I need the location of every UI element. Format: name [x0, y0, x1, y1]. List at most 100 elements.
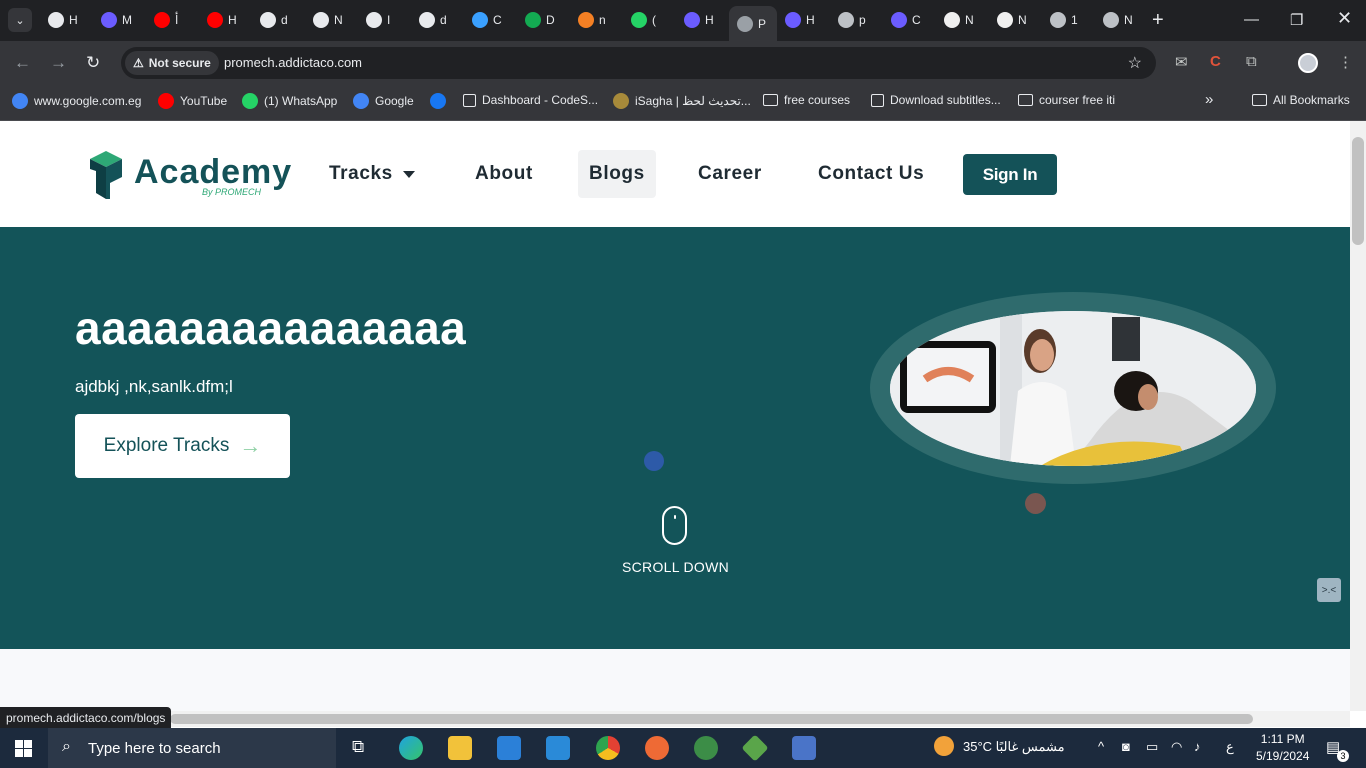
- chrome-icon[interactable]: [596, 736, 620, 760]
- globe-app-icon[interactable]: [694, 736, 718, 760]
- battery-icon[interactable]: ▭: [1146, 739, 1158, 755]
- bookmark-item[interactable]: Dashboard - CodeS...: [463, 93, 598, 107]
- bookmark-item[interactable]: courser free iti: [1018, 93, 1115, 107]
- volume-icon[interactable]: ♪: [1194, 739, 1201, 754]
- vscode-icon[interactable]: [546, 736, 570, 760]
- stackoverflow-icon: [578, 12, 594, 28]
- page-icon: [871, 93, 884, 107]
- browser-tab[interactable]: (: [623, 6, 676, 34]
- back-icon[interactable]: ←: [14, 53, 31, 73]
- bookmark-item[interactable]: www.google.com.eg: [12, 93, 141, 109]
- bookmark-item[interactable]: YouTube: [158, 93, 227, 109]
- weather-text[interactable]: 35°C مشمس غالبًا: [963, 739, 1065, 755]
- nav-blogs[interactable]: Blogs: [578, 150, 656, 198]
- browser-tab[interactable]: H: [676, 6, 729, 34]
- browser-tab[interactable]: H: [40, 6, 93, 34]
- tray-chevron-icon[interactable]: ^: [1098, 739, 1104, 754]
- folder-icon: [1018, 94, 1033, 106]
- browser-tab-label: d: [440, 13, 447, 27]
- task-view-icon[interactable]: ⧉: [352, 737, 364, 757]
- browser-tab[interactable]: N: [989, 6, 1042, 34]
- horizontal-scroll-thumb[interactable]: [170, 714, 1253, 724]
- minimize-icon[interactable]: —: [1244, 11, 1259, 28]
- extension-mail-icon[interactable]: ✉: [1175, 53, 1188, 71]
- notification-count-badge: 3: [1337, 750, 1349, 762]
- close-window-icon[interactable]: ✕: [1337, 8, 1352, 29]
- browser-tab[interactable]: p: [830, 6, 883, 34]
- browser-tab[interactable]: D: [517, 6, 570, 34]
- browser-tab[interactable]: 1: [1042, 6, 1095, 34]
- weather-icon[interactable]: [934, 736, 954, 756]
- edge-icon[interactable]: [399, 736, 423, 760]
- app-icon: [891, 12, 907, 28]
- extension-c-icon[interactable]: C: [1210, 53, 1221, 70]
- bookmark-star-icon[interactable]: ☆: [1128, 53, 1142, 73]
- wifi-icon[interactable]: ◠: [1171, 739, 1182, 755]
- academy-logo[interactable]: Academy By PROMECH: [88, 149, 291, 201]
- nav-tracks[interactable]: Tracks: [318, 150, 426, 198]
- browser-tab[interactable]: d: [411, 6, 464, 34]
- menu-kebab-icon[interactable]: ⋮: [1338, 53, 1353, 71]
- bookmark-item[interactable]: Google: [353, 93, 414, 109]
- all-bookmarks-label: All Bookmarks: [1273, 93, 1350, 107]
- warning-icon: ⚠: [133, 56, 144, 70]
- sign-in-button[interactable]: Sign In: [963, 154, 1057, 195]
- site-header: Academy By PROMECH Tracks About Blogs Ca…: [0, 121, 1350, 227]
- browser-tab[interactable]: N: [936, 6, 989, 34]
- git-app-icon[interactable]: [741, 734, 769, 762]
- windows-start-icon[interactable]: [15, 740, 32, 757]
- input-language[interactable]: ع: [1226, 739, 1234, 755]
- bookmark-item[interactable]: [430, 93, 446, 109]
- whatsapp-icon: [242, 93, 258, 109]
- browser-tab[interactable]: N: [1095, 6, 1148, 34]
- profile-avatar[interactable]: [1298, 53, 1318, 73]
- browser-tab[interactable]: I: [358, 6, 411, 34]
- bookmark-item[interactable]: (1) WhatsApp: [242, 93, 337, 109]
- scroll-down-label[interactable]: SCROLL DOWN: [622, 559, 729, 575]
- nav-contact-label: Contact Us: [818, 163, 925, 184]
- nav-contact[interactable]: Contact Us: [807, 150, 935, 198]
- more-bookmarks-icon[interactable]: »: [1205, 91, 1213, 108]
- taskbar-clock[interactable]: 1:11 PM 5/19/2024: [1256, 731, 1309, 765]
- reload-icon[interactable]: ↻: [86, 53, 100, 73]
- browser-tab[interactable]: P✕: [729, 6, 777, 41]
- nav-about[interactable]: About: [464, 150, 544, 198]
- tab-strip: ⌄ HMأHdNIdCDn(HP✕HpCNN1N + — ❐ ✕: [0, 0, 1366, 41]
- taskbar-search-placeholder: Type here to search: [88, 739, 221, 757]
- browser-tab[interactable]: N: [305, 6, 358, 34]
- caret-down-icon: [402, 170, 415, 178]
- all-bookmarks[interactable]: All Bookmarks: [1252, 93, 1350, 107]
- security-indicator[interactable]: ⚠ Not secure: [125, 51, 219, 75]
- widget-toggle-icon[interactable]: >.<: [1317, 578, 1341, 602]
- bookmark-label: Dashboard - CodeS...: [482, 93, 599, 107]
- network-app-icon[interactable]: [792, 736, 816, 760]
- forward-icon[interactable]: →: [50, 53, 67, 73]
- file-explorer-icon[interactable]: [448, 736, 472, 760]
- address-bar[interactable]: ⚠ Not secure promech.addictaco.com ☆: [121, 47, 1156, 79]
- browser-tab[interactable]: n: [570, 6, 623, 34]
- bookmark-item[interactable]: free courses: [763, 93, 850, 107]
- browser-tab[interactable]: M: [93, 6, 146, 34]
- bookmark-item[interactable]: Download subtitles...: [871, 93, 1001, 107]
- vertical-scroll-thumb[interactable]: [1352, 137, 1364, 245]
- browser-tab[interactable]: H: [199, 6, 252, 34]
- youtube-icon: [207, 12, 223, 28]
- browser-tab[interactable]: C: [464, 6, 517, 34]
- mail-icon[interactable]: [497, 736, 521, 760]
- browser-tab[interactable]: d: [252, 6, 305, 34]
- mouse-scroll-icon: [662, 506, 687, 545]
- url-text[interactable]: promech.addictaco.com: [224, 55, 362, 70]
- explore-tracks-button[interactable]: Explore Tracks →: [75, 414, 290, 478]
- browser-tab[interactable]: C: [883, 6, 936, 34]
- browser-tab[interactable]: H: [777, 6, 830, 34]
- restore-icon[interactable]: ❐: [1290, 11, 1303, 29]
- bookmark-item[interactable]: iSagha | تحديث لحظ...: [613, 93, 751, 109]
- camera-icon[interactable]: ◙: [1122, 739, 1130, 754]
- extensions-puzzle-icon[interactable]: ⧉: [1246, 53, 1257, 70]
- browser-tab[interactable]: أ: [146, 6, 199, 34]
- taskbar-search[interactable]: ⌕ Type here to search: [48, 728, 336, 768]
- new-tab-button[interactable]: +: [1152, 10, 1164, 30]
- postman-icon[interactable]: [645, 736, 669, 760]
- nav-career[interactable]: Career: [687, 150, 773, 198]
- google-icon: [12, 93, 28, 109]
